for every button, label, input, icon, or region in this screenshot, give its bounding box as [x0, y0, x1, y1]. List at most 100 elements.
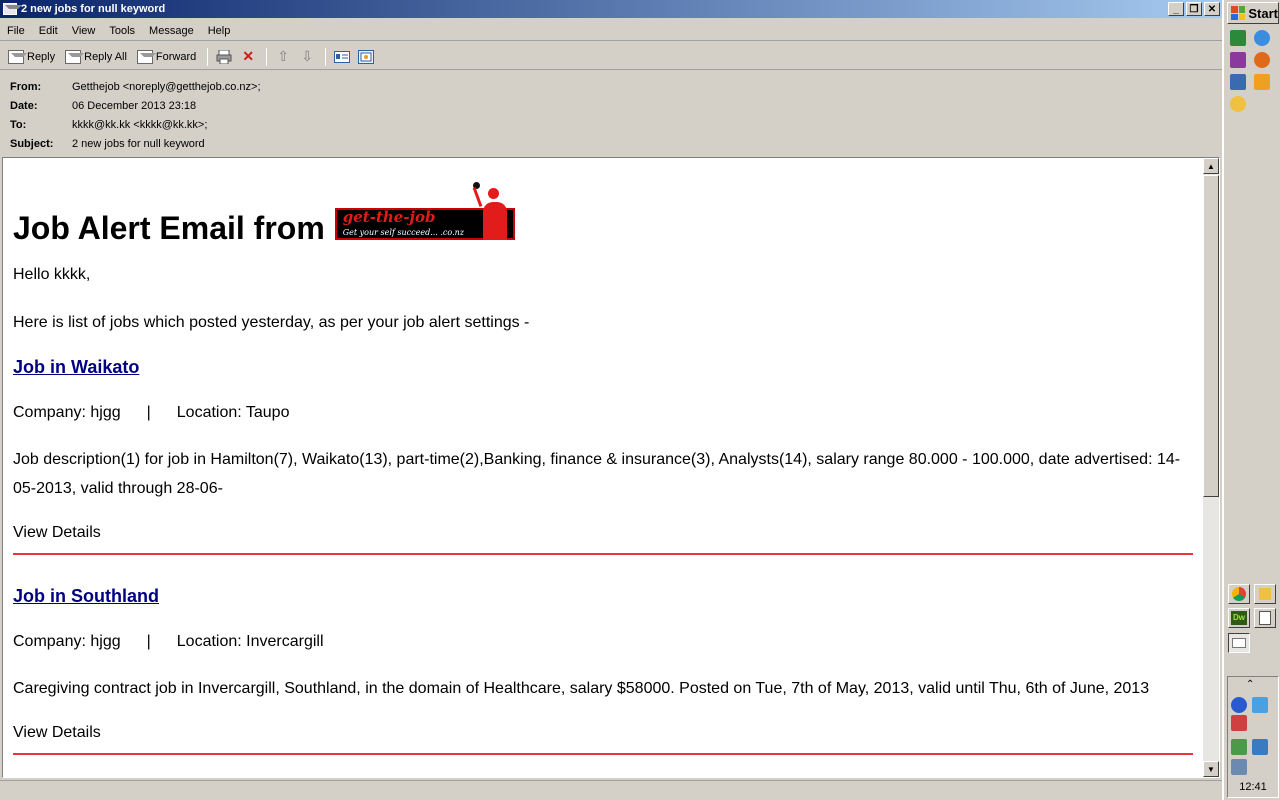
print-icon[interactable] [213, 46, 235, 68]
company-location-line: Company: hjgg | Location: Taupo [13, 401, 1193, 425]
to-label: To: [10, 118, 27, 131]
clock[interactable]: 12:41 [1228, 781, 1278, 793]
winrar-icon[interactable] [1230, 52, 1246, 68]
menu-message[interactable]: Message [142, 25, 201, 37]
email-heading: Job Alert Email from get-the-job Get you… [13, 174, 1193, 246]
system-tray: ⌃ 12:41 [1227, 676, 1279, 798]
envelope-icon [3, 3, 22, 15]
menu-help[interactable]: Help [201, 25, 238, 37]
minimize-button[interactable]: _ [1168, 2, 1184, 16]
network-tray-icon[interactable] [1231, 697, 1247, 713]
logo-body [482, 202, 507, 240]
task-email-button[interactable] [1228, 633, 1250, 653]
intro-text: Here is list of jobs which posted yester… [13, 314, 530, 331]
quicklaunch-app-icon[interactable] [1230, 30, 1246, 46]
reply-all-icon [65, 49, 85, 64]
job-description: Job description(1) for job in Hamilton(7… [13, 451, 1181, 497]
company-text: Company: hjgg [13, 404, 121, 421]
toolbar-separator [266, 47, 268, 66]
from-value[interactable]: Getthejob <noreply@getthejob.co.nz>; [72, 81, 261, 93]
job-title-link[interactable]: Job in Southland [13, 584, 1193, 608]
reply-label: Reply [27, 50, 56, 63]
forward-icon [136, 49, 156, 64]
show-desktop-icon[interactable] [1230, 74, 1246, 90]
job-divider [13, 753, 1193, 755]
company-location-line: Company: hjgg | Location: Invercargill [13, 630, 1193, 654]
title-bar[interactable]: 2 new jobs for null keyword _ ❐ ✕ [0, 0, 1222, 18]
logo-figure [472, 182, 509, 240]
toolbar: Reply Reply All Forward ✕ ⇧ ⇩ [0, 44, 1222, 70]
scrollbar-thumb[interactable] [1203, 175, 1219, 497]
subject-value: 2 new jobs for null keyword [72, 137, 205, 150]
delete-icon[interactable]: ✕ [237, 46, 259, 68]
status-bar [0, 780, 1222, 800]
forward-label: Forward [155, 50, 197, 63]
message-body: Job Alert Email from get-the-job Get you… [2, 157, 1220, 778]
view-details-link[interactable]: View Details [13, 521, 1193, 545]
connection-tray-icon[interactable] [1252, 739, 1268, 755]
safely-remove-icon[interactable] [1231, 739, 1247, 755]
greeting: Hello kkkk, [13, 266, 91, 283]
envelope-icon [1232, 638, 1246, 648]
clock-app-icon[interactable] [1230, 96, 1246, 112]
previous-arrow-icon[interactable]: ⇧ [272, 46, 294, 68]
menu-edit[interactable]: Edit [32, 25, 65, 37]
restore-button[interactable]: ❐ [1186, 2, 1202, 16]
date-label: Date: [10, 99, 38, 112]
logo-head [487, 188, 499, 199]
next-arrow-icon[interactable]: ⇩ [296, 46, 318, 68]
tray-expand-icon[interactable]: ⌃ [1246, 679, 1254, 690]
task-dreamweaver-button[interactable]: Dw [1228, 608, 1250, 628]
vertical-scrollbar[interactable]: ▲ ▼ [1203, 158, 1219, 777]
header-from: From: Getthejob <noreply@getthejob.co.nz… [10, 77, 1212, 96]
email-heading-text: Job Alert Email from [13, 210, 325, 246]
window-title: 2 new jobs for null keyword [21, 3, 166, 15]
view-details-link[interactable]: View Details [13, 721, 1193, 745]
job-title-link[interactable]: Job in Waikato [13, 355, 1193, 379]
address-book-icon[interactable] [331, 46, 353, 68]
windows-flag-icon [1231, 6, 1246, 20]
internet-explorer-icon[interactable] [1254, 30, 1270, 46]
task-folder-button[interactable] [1254, 584, 1276, 604]
message-body-scroll-area[interactable]: Job Alert Email from get-the-job Get you… [3, 158, 1203, 777]
company-text: Company: hjgg [13, 633, 121, 650]
toolbar-separator [207, 47, 209, 66]
chrome-icon [1232, 587, 1246, 601]
subject-label: Subject: [10, 137, 54, 150]
start-label: Start [1248, 5, 1278, 21]
logo-text: get-the-job [342, 208, 436, 226]
antivirus-tray-icon[interactable] [1231, 715, 1247, 731]
job-description: Caregiving contract job in Invercargill,… [13, 680, 1150, 697]
menu-view[interactable]: View [65, 25, 103, 37]
reply-icon [8, 49, 27, 64]
media-player-icon[interactable] [1254, 74, 1270, 90]
encoding-icon[interactable] [355, 46, 377, 68]
menu-file[interactable]: File [0, 25, 32, 37]
reply-button[interactable]: Reply [4, 46, 59, 68]
start-button[interactable]: Start [1227, 2, 1279, 24]
to-value[interactable]: kkkk@kk.kk <kkkk@kk.kk>; [72, 119, 207, 131]
reply-all-label: Reply All [84, 50, 127, 63]
reply-all-button[interactable]: Reply All [61, 46, 131, 68]
dropbox-tray-icon[interactable] [1252, 697, 1268, 713]
scroll-up-button[interactable]: ▲ [1203, 158, 1219, 174]
volume-icon[interactable] [1231, 759, 1247, 775]
forward-button[interactable]: Forward [133, 46, 200, 68]
header-subject: Subject: 2 new jobs for null keyword [10, 134, 1212, 153]
get-the-job-logo: get-the-job Get your self succeed... .co… [334, 182, 515, 244]
notepad-icon [1259, 611, 1271, 625]
separator: | [146, 633, 151, 650]
menu-tools[interactable]: Tools [102, 25, 142, 37]
firefox-icon[interactable] [1254, 52, 1270, 68]
scroll-down-button[interactable]: ▼ [1203, 761, 1219, 777]
location-text: Location: Invercargill [176, 633, 324, 650]
job-divider [13, 553, 1193, 555]
close-button[interactable]: ✕ [1204, 2, 1220, 16]
header-date: Date: 06 December 2013 23:18 [10, 96, 1212, 115]
task-chrome-button[interactable] [1228, 584, 1250, 604]
logo-tagline: Get your self succeed... .co.nz [342, 228, 464, 237]
task-notepad-button[interactable] [1254, 608, 1276, 628]
folder-icon [1259, 588, 1271, 600]
date-value: 06 December 2013 23:18 [72, 99, 197, 112]
header-to: To: kkkk@kk.kk <kkkk@kk.kk>; [10, 115, 1212, 134]
